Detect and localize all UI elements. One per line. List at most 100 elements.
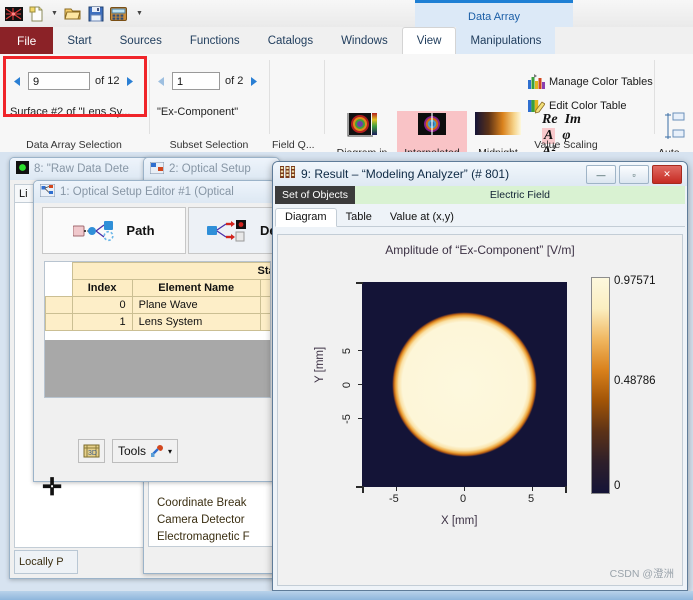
raw-data-detector-tab-label: Li	[19, 188, 28, 200]
new-document-icon[interactable]	[27, 4, 46, 23]
analyzer-tabs: Diagram Table Value at (x,y)	[275, 206, 685, 227]
optical-setup-editor-tab-path[interactable]: Path	[42, 207, 186, 254]
x-tick-mark-0	[464, 487, 465, 491]
window-modeling-analyzer[interactable]: 9: Result – “Modeling Analyzer” (# 801) …	[272, 161, 688, 591]
tab-value-at-xy-label: Value at (x,y)	[389, 211, 454, 223]
x-tick-label-neg5: -5	[389, 493, 399, 505]
data-array-selection-highlight	[3, 56, 147, 117]
cube-3d-icon: 3D	[83, 444, 100, 458]
y-tick-mark-5	[358, 350, 362, 351]
tab-windows[interactable]: Windows	[327, 27, 402, 54]
tab-file-label: File	[17, 33, 37, 48]
x-axis-label: X [mm]	[441, 515, 478, 527]
y-tick-label-0: 0	[341, 381, 354, 389]
tab-catalogs[interactable]: Catalogs	[254, 27, 327, 54]
y-tick-label-neg5: -5	[340, 414, 353, 424]
edit-color-table-label: Edit Color Table	[549, 100, 627, 112]
manage-color-tables-label: Manage Color Tables	[549, 76, 653, 88]
tab-view[interactable]: View	[401, 27, 457, 55]
tools-dropdown-button[interactable]: Tools ▾	[112, 439, 179, 463]
heatmap-plot-area[interactable]	[362, 282, 567, 487]
row0-index: 0	[71, 296, 133, 314]
tools-label: Tools	[118, 444, 147, 458]
save-icon[interactable]	[86, 4, 105, 23]
tab-sources[interactable]: Sources	[106, 27, 176, 54]
tools-caret-icon: ▾	[168, 446, 173, 456]
close-icon: ✕	[663, 169, 671, 179]
table-col-ref: Ref	[259, 279, 270, 297]
optical-setup-editor-toolbar: 3D Tools ▾	[78, 439, 179, 463]
subset-index-input[interactable]: 1	[172, 72, 220, 90]
tree-item-camera-detector[interactable]: Camera Detector	[157, 512, 250, 529]
quick-access-toolbar: ▼ ▼	[0, 0, 693, 28]
raw-data-detector-statusbar: Locally P	[14, 550, 78, 574]
interpolated-view-icon	[415, 111, 449, 145]
heatmap-disk	[392, 312, 537, 457]
parameter-run-icon[interactable]	[109, 4, 128, 23]
subset-caption: "Ex-Component"	[157, 106, 239, 118]
tab-windows-label: Windows	[341, 34, 388, 47]
optical-setup-editor-titlebar[interactable]: 1: Optical Setup Editor #1 (Optical	[34, 181, 274, 203]
maximize-button[interactable]: ▫	[619, 165, 649, 184]
modeling-analyzer-titlebar[interactable]: 9: Result – “Modeling Analyzer” (# 801) …	[273, 162, 687, 186]
optical-setup-2-title: 2: Optical Setup	[169, 163, 251, 175]
manage-color-tables-button[interactable]: Manage Color Tables	[528, 72, 653, 92]
chart-title: Amplitude of “Ex-Component” [V/m]	[385, 243, 575, 257]
y-tick-label-5: 5	[341, 347, 354, 355]
diagram-2d-icon	[345, 111, 379, 145]
tab-functions-label: Functions	[189, 34, 240, 47]
edit-color-table-icon	[528, 100, 545, 114]
path-diagram-icon	[73, 220, 115, 241]
raw-data-detector-title: 8: "Raw Data Dete	[34, 163, 129, 175]
detector-diagram-icon	[207, 219, 247, 241]
tab-start[interactable]: Start	[53, 27, 105, 54]
table-col-index: Index	[71, 279, 133, 297]
tab-manipulations[interactable]: Manipulations	[456, 27, 556, 54]
colorbar[interactable]	[591, 277, 610, 494]
3d-view-button[interactable]: 3D	[78, 439, 105, 463]
tools-wrench-icon	[151, 445, 164, 457]
row0-ref	[259, 296, 270, 314]
minimize-button[interactable]: —	[586, 165, 616, 184]
subset-of-label: of 2	[225, 75, 244, 87]
table-row[interactable]: 1 Lens System	[45, 313, 270, 331]
tab-value-at-xy[interactable]: Value at (x,y)	[381, 209, 463, 226]
customize-qat-caret[interactable]: ▼	[135, 9, 144, 18]
tab-table[interactable]: Table	[337, 209, 381, 226]
tab-catalogs-label: Catalogs	[267, 34, 314, 47]
y-axis-label: Y [mm]	[314, 346, 326, 383]
colorbar-tick-max: 0.97571	[614, 275, 656, 287]
tree-item-coordinate-break[interactable]: Coordinate Break	[157, 495, 250, 512]
tab-start-label: Start	[67, 34, 92, 47]
modeling-analyzer-icon	[280, 165, 295, 184]
group-view: Diagram in 2D Mode ▾ Interpolated View	[326, 54, 693, 171]
optical-setup-editor-icon	[39, 183, 56, 200]
table-col-element-name: Element Name	[131, 279, 261, 297]
table-header-row: Index Element Name Ref	[45, 279, 270, 297]
close-button[interactable]: ✕	[652, 165, 682, 184]
tab-table-label: Table	[345, 211, 372, 223]
auto-scaling-icon	[662, 111, 693, 145]
optical-setup-2-titlebar[interactable]: 2: Optical Setup	[144, 158, 279, 180]
ribbon-body: 9 of 12 Surface #2 of "Lens Sy... Data A…	[0, 54, 693, 171]
row1-element-name: Lens System	[131, 313, 261, 331]
x-tick-mark-5	[532, 487, 533, 491]
new-dropdown-caret[interactable]: ▼	[50, 9, 59, 18]
subset-prev-arrow[interactable]	[155, 75, 167, 88]
tree-item-electromagnetic-field[interactable]: Electromagnetic F	[157, 529, 250, 546]
subset-next-arrow[interactable]	[248, 75, 260, 88]
open-folder-icon[interactable]	[63, 4, 82, 23]
x-axis-corner-right	[565, 486, 567, 493]
tab-diagram[interactable]: Diagram	[275, 208, 337, 227]
diagram-panel: Amplitude of “Ex-Component” [V/m] -5 0 5…	[277, 234, 683, 586]
row1-ref	[259, 313, 270, 331]
svg-text:3D: 3D	[88, 450, 97, 457]
tab-functions[interactable]: Functions	[176, 27, 254, 54]
field-quantity-group-label: Field Q...	[272, 139, 315, 151]
app-logo-icon[interactable]	[4, 4, 23, 23]
group-subset-selection: 1 of 2 "Ex-Component" Subset Selection	[150, 54, 268, 152]
edit-color-table-button[interactable]: Edit Color Table	[528, 96, 626, 116]
table-row[interactable]: 0 Plane Wave	[45, 296, 270, 314]
window-optical-setup-editor[interactable]: 1: Optical Setup Editor #1 (Optical Path	[33, 180, 300, 482]
tab-file[interactable]: File	[0, 27, 54, 54]
